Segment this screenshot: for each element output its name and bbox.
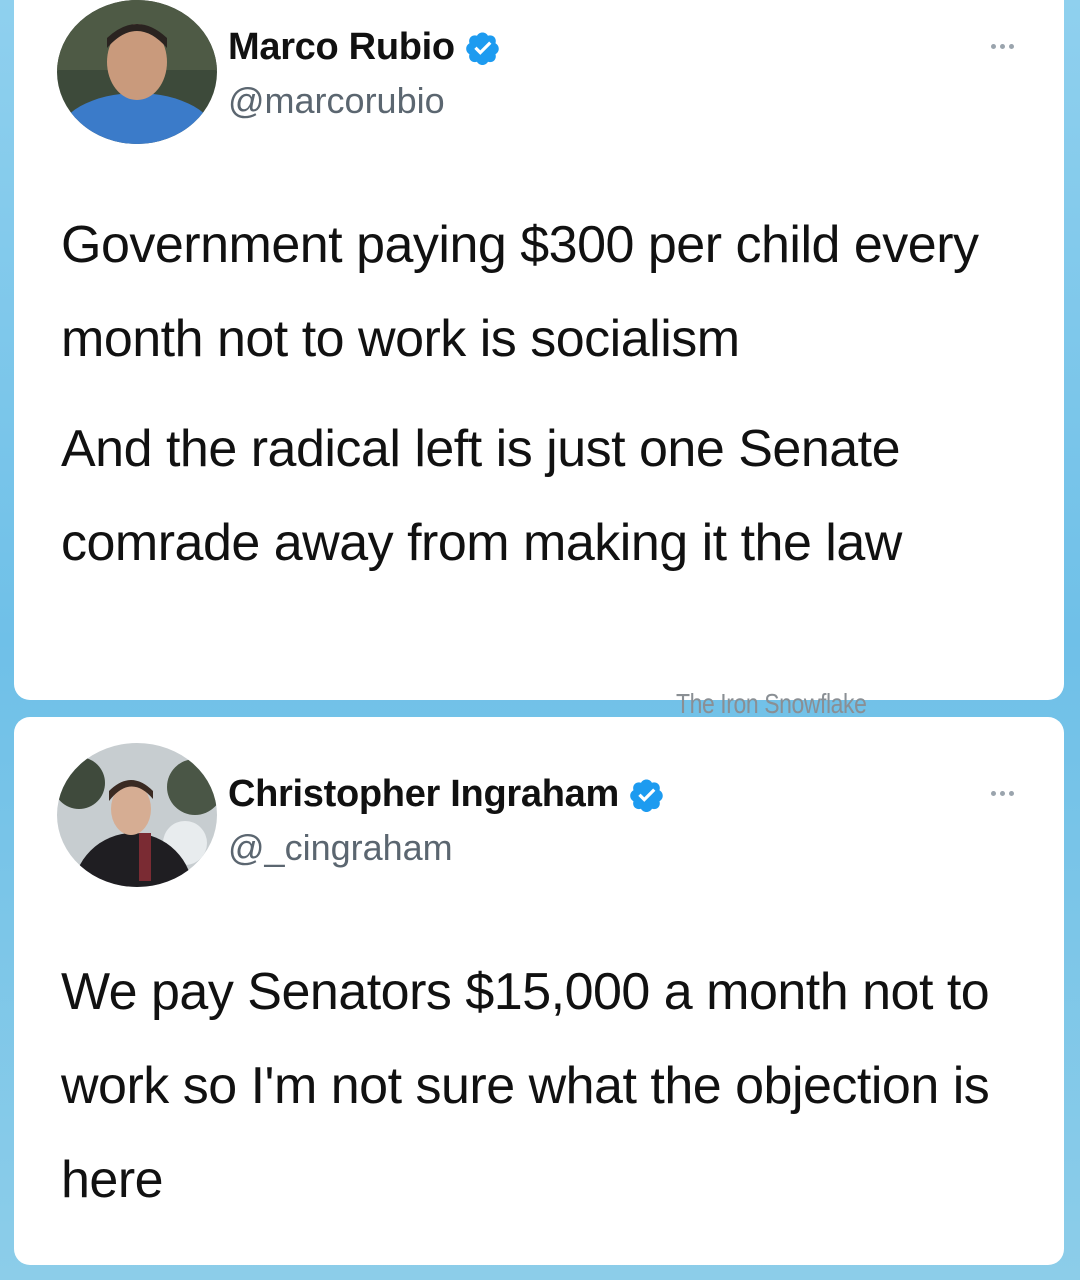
more-options-icon[interactable] <box>991 791 1014 796</box>
handle[interactable]: @_cingraham <box>228 827 453 869</box>
tweet-paragraph: And the radical left is just one Senate … <box>61 420 902 572</box>
author-row: Christopher Ingraham <box>228 773 665 816</box>
tweet-card-2: Christopher Ingraham @_cingraham We pay … <box>14 717 1064 1265</box>
avatar[interactable] <box>57 743 217 887</box>
tweet-text: Government paying $300 per child every m… <box>61 198 1034 590</box>
verified-badge-icon <box>630 778 663 812</box>
handle[interactable]: @marcorubio <box>228 80 445 122</box>
tweet-text: We pay Senators $15,000 a month not to w… <box>61 945 1034 1227</box>
avatar[interactable] <box>57 0 217 144</box>
avatar-image <box>57 743 217 887</box>
tweet-paragraph: We pay Senators $15,000 a month not to w… <box>61 963 990 1209</box>
tweet-card-1: Marco Rubio @marcorubio Government payin… <box>14 0 1064 700</box>
more-options-icon[interactable] <box>991 44 1014 49</box>
author-row: Marco Rubio <box>228 26 501 69</box>
tweet-paragraph: Government paying $300 per child every m… <box>61 216 979 368</box>
avatar-image <box>57 0 217 144</box>
display-name[interactable]: Christopher Ingraham <box>228 773 619 816</box>
watermark: The Iron Snowflake <box>676 688 867 719</box>
display-name[interactable]: Marco Rubio <box>228 26 455 69</box>
verified-badge-icon <box>466 31 499 65</box>
